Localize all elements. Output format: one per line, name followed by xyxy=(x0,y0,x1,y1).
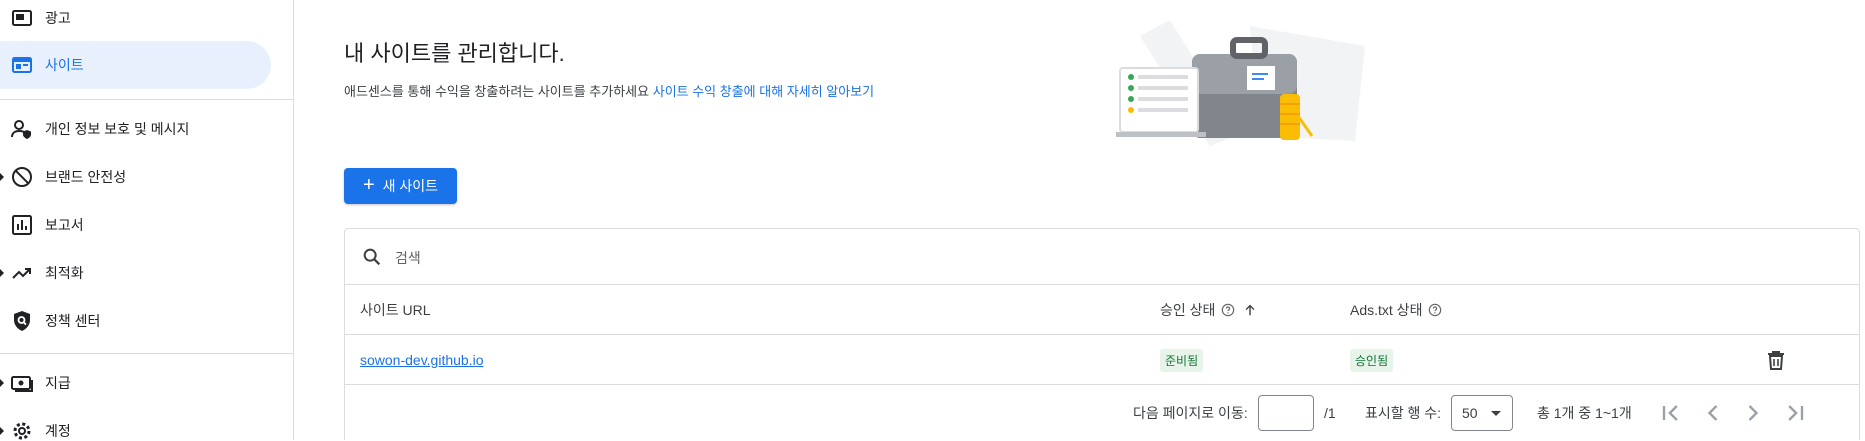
ads-txt-status-badge: 승인됨 xyxy=(1350,348,1394,372)
approval-status-cell: 준비됨 xyxy=(1160,335,1204,385)
table-row: sowon-dev.github.io 준비됨 승인됨 xyxy=(345,335,1859,385)
previous-page-icon[interactable] xyxy=(1699,399,1727,427)
next-page-icon[interactable] xyxy=(1739,399,1767,427)
help-icon[interactable] xyxy=(1428,303,1442,317)
expand-caret-icon xyxy=(0,426,4,436)
page-subtitle: 애드센스를 통해 수익을 창출하려는 사이트를 추가하세요 사이트 수익 창출에… xyxy=(344,81,874,100)
first-page-icon[interactable] xyxy=(1657,399,1685,427)
sidebar-item-label: 계정 xyxy=(45,423,71,439)
search-input[interactable] xyxy=(393,241,997,275)
last-page-icon[interactable] xyxy=(1781,399,1809,427)
ads-txt-status-cell: 승인됨 xyxy=(1350,335,1394,385)
column-header-label: 사이트 URL xyxy=(360,302,431,318)
page-title: 내 사이트를 관리합니다. xyxy=(344,41,565,66)
plus-icon: + xyxy=(362,174,375,196)
rows-per-page-value: 50 xyxy=(1462,405,1478,421)
sites-table: 사이트 URL 승인 상태 Ads.txt 상태 xyxy=(344,228,1860,440)
column-header-label: 승인 상태 xyxy=(1160,302,1216,318)
privacy-icon xyxy=(11,120,31,139)
rows-per-page-select[interactable]: 50 xyxy=(1451,395,1513,431)
site-icon xyxy=(12,57,32,73)
approval-status-badge: 준비됨 xyxy=(1160,348,1204,372)
sidebar-item-payments[interactable]: 지급 xyxy=(0,359,271,407)
sidebar-item-label: 정책 센터 xyxy=(45,313,101,329)
sidebar-item-label: 보고서 xyxy=(45,217,84,233)
trending-icon xyxy=(12,268,31,279)
sidebar-item-ads[interactable]: 광고 xyxy=(0,0,271,42)
block-icon xyxy=(12,167,32,187)
policy-icon xyxy=(14,311,30,331)
goto-page-input[interactable] xyxy=(1258,395,1314,431)
site-url-cell: sowon-dev.github.io xyxy=(360,335,483,385)
sidebar-item-policy-center[interactable]: 정책 센터 xyxy=(0,297,271,345)
sidebar-item-privacy[interactable]: 개인 정보 보호 및 메시지 xyxy=(0,105,271,153)
sidebar-item-account[interactable]: 계정 xyxy=(0,407,271,440)
sidebar-item-label: 광고 xyxy=(45,10,71,26)
sidebar-divider xyxy=(0,99,293,100)
main-content: 내 사이트를 관리합니다. 애드센스를 통해 수익을 창출하려는 사이트를 추가… xyxy=(295,0,1865,440)
new-site-label: 새 사이트 xyxy=(382,178,439,194)
subtitle-text: 애드센스를 통해 수익을 창출하려는 사이트를 추가하세요 xyxy=(344,84,650,99)
sidebar-item-sites[interactable]: 사이트 xyxy=(0,41,271,89)
ad-icon xyxy=(12,10,32,26)
expand-caret-icon xyxy=(0,268,4,278)
report-icon xyxy=(12,215,32,235)
sort-ascending-icon[interactable] xyxy=(1243,303,1257,317)
page-range-text: 총 1개 중 1~1개 xyxy=(1537,405,1632,421)
table-header-row: 사이트 URL 승인 상태 Ads.txt 상태 xyxy=(345,285,1859,335)
site-url-link[interactable]: sowon-dev.github.io xyxy=(360,352,483,368)
search-icon xyxy=(363,248,381,266)
sidebar-item-reports[interactable]: 보고서 xyxy=(0,201,271,249)
sites-illustration xyxy=(1116,20,1365,146)
sidebar-item-brand-safety[interactable]: 브랜드 안전성 xyxy=(0,153,271,201)
page-total: /1 xyxy=(1324,405,1336,421)
delete-icon[interactable] xyxy=(1764,348,1788,372)
rows-per-page-label: 표시할 행 수: xyxy=(1365,405,1442,421)
expand-caret-icon xyxy=(0,172,4,182)
expand-caret-icon xyxy=(0,378,4,388)
column-header-label: Ads.txt 상태 xyxy=(1350,302,1423,318)
sidebar-item-label: 지급 xyxy=(45,375,71,391)
sidebar-item-label: 최적화 xyxy=(45,265,84,281)
table-search-bar xyxy=(345,229,1859,285)
dropdown-arrow-icon xyxy=(1491,411,1501,416)
sidebar-item-label: 사이트 xyxy=(45,57,84,73)
sidebar: 광고 사이트 개인 정보 보호 및 메시지 브랜드 안전성 보고서 최적화 정책… xyxy=(0,0,294,440)
column-header-site-url[interactable]: 사이트 URL xyxy=(360,285,431,335)
learn-more-link[interactable]: 사이트 수익 창출에 대해 자세히 알아보기 xyxy=(653,84,874,99)
sidebar-item-label: 브랜드 안전성 xyxy=(45,169,127,185)
sidebar-item-label: 개인 정보 보호 및 메시지 xyxy=(45,121,190,137)
help-icon[interactable] xyxy=(1221,303,1235,317)
payment-icon xyxy=(11,376,33,392)
settings-icon xyxy=(13,422,31,440)
sidebar-divider xyxy=(0,353,293,354)
goto-page-label: 다음 페이지로 이동: xyxy=(1133,405,1248,421)
pagination-bar: 다음 페이지로 이동: /1 표시할 행 수: 50 총 1개 중 1~1개 xyxy=(345,385,1859,441)
new-site-button[interactable]: + 새 사이트 xyxy=(344,168,457,204)
column-header-ads-txt-status[interactable]: Ads.txt 상태 xyxy=(1350,285,1442,335)
sidebar-item-optimization[interactable]: 최적화 xyxy=(0,249,271,297)
column-header-approval-status[interactable]: 승인 상태 xyxy=(1160,285,1257,335)
